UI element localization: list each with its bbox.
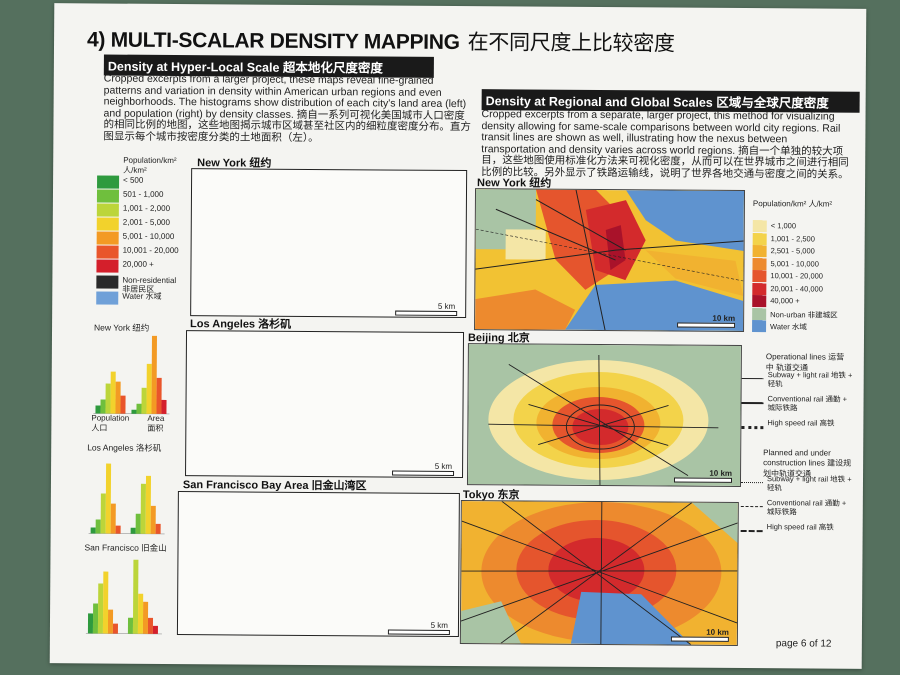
hyperlocal-legend: < 500 501 - 1,000 1,001 - 2,000 2,001 - 5,0…	[54, 3, 866, 305]
regional-legend-label: 2,501 - 5,000	[770, 246, 815, 256]
regional-legend-label: < 1,000	[770, 221, 797, 231]
rail-line-swatch	[741, 401, 764, 405]
regional-legend-label: 20,001 - 40,000	[770, 283, 823, 294]
legend-label: Water 水域	[122, 291, 162, 301]
scale-label: 10 km	[706, 627, 729, 637]
regional-legend-swatch	[752, 232, 767, 245]
regional-map-beijing: 10 km	[466, 343, 742, 487]
local-map-san-francisco: 5 km	[176, 491, 460, 638]
legend-label: 20,000 +	[122, 259, 154, 269]
scale-label: 5 km	[434, 461, 453, 471]
legend-swatch	[96, 291, 119, 305]
title-cn: 在不同尺度上比较密度	[467, 31, 675, 56]
histogram-population-label: Population 人口	[91, 413, 130, 433]
planned-lines-title: Planned and under construction lines 建设规…	[763, 448, 852, 479]
scale-label: 10 km	[712, 313, 736, 323]
rail-line-label: Conventional rail 通勤 + 城际铁路	[766, 498, 847, 517]
scale-label: 5 km	[430, 620, 449, 630]
legend-swatch	[96, 203, 119, 217]
scale-bar	[670, 636, 729, 642]
regional-legend-label: 40,000 +	[770, 296, 800, 306]
regional-legend: < 1,000 1,001 - 2,500 2,501 - 5,000 5,001 -…	[54, 3, 866, 333]
hyperlocal-text: Cropped excerpts from a larger project, …	[103, 72, 472, 144]
histogram-new-york	[93, 335, 170, 415]
regional-legend-label: 10,001 - 20,000	[770, 271, 824, 281]
title-en: 4) MULTI-SCALAR DENSITY MAPPING	[86, 28, 460, 55]
regional-legend-label: 1,001 - 2,500	[770, 233, 815, 243]
scale-label: 10 km	[709, 468, 733, 478]
regional-legend-label: Non-urban 非建城区	[770, 309, 838, 320]
legend-swatch	[96, 259, 119, 273]
legend-label: 10,001 - 20,000	[122, 245, 179, 256]
regional-legend-swatch	[752, 270, 767, 283]
legend-label: 5,001 - 10,000	[122, 231, 175, 242]
rail-line-swatch	[740, 481, 763, 484]
regional-legend-swatch	[752, 320, 767, 333]
scale-label: 5 km	[437, 301, 456, 311]
regional-map-new-york: 10 km	[474, 188, 746, 332]
regional-legend-label: Water 水域	[770, 322, 807, 332]
document-page: 4) MULTI-SCALAR DENSITY MAPPING 在不同尺度上比较密…	[49, 3, 867, 669]
legend-swatch	[96, 189, 120, 203]
legend-swatch	[97, 175, 120, 189]
local-map-los-angeles: 5 km	[185, 330, 465, 479]
scale-bar	[677, 322, 736, 328]
page-number: page 6 of 12	[775, 638, 832, 650]
regional-legend-title: Population/km² 人/km²	[752, 199, 833, 209]
regional-map-tokyo: 10 km	[459, 500, 739, 646]
legend-label: < 500	[123, 175, 144, 185]
rail-line-swatch	[740, 529, 763, 533]
legend-label: 501 - 1,000	[122, 189, 164, 199]
rail-line-label: Subway + light rail 地铁 + 轻轨	[767, 370, 853, 389]
legend-swatch	[96, 275, 119, 289]
rail-line-swatch	[741, 377, 764, 380]
legend-swatch	[96, 231, 119, 245]
scale-bar	[392, 470, 455, 476]
rail-line-swatch	[741, 425, 764, 430]
rail-lines-legend: Subway + light rail 地铁 + 轻轨 Conventional …	[54, 3, 866, 533]
legend-label: 2,001 - 5,000	[122, 217, 170, 227]
regional-legend-swatch	[752, 220, 767, 233]
scale-bar	[673, 477, 733, 483]
regional-legend-swatch	[752, 282, 767, 295]
hyperlocal-legend-title: Population/km² 人/km²	[123, 155, 177, 175]
legend-swatch	[96, 245, 119, 259]
histogram-title-new-york: New York 纽约	[94, 322, 150, 333]
scale-bar	[395, 310, 458, 316]
legend-label: 1,001 - 2,000	[122, 203, 171, 213]
rail-line-label: Conventional rail 通勤 + 城际铁路	[767, 394, 848, 413]
regional-legend-swatch	[752, 295, 767, 308]
histogram-los-angeles	[88, 463, 165, 535]
histogram-title-los-angeles: Los Angeles 洛杉矶	[87, 442, 162, 453]
histogram-san-francisco	[85, 559, 162, 635]
local-map-new-york: 5 km	[190, 168, 468, 319]
regional-legend-swatch	[752, 245, 767, 258]
rail-line-label: High speed rail 高铁	[766, 522, 834, 532]
scale-bar	[387, 629, 450, 635]
page-title: 4) MULTI-SCALAR DENSITY MAPPING 在不同尺度上比较密…	[87, 23, 675, 57]
regional-text: Cropped excerpts from a separate, larger…	[481, 108, 849, 181]
histogram-area-label: Area 面积	[147, 413, 165, 433]
legend-swatch	[96, 217, 119, 231]
rail-line-swatch	[740, 505, 763, 508]
rail-line-label: High speed rail 高铁	[767, 418, 835, 428]
regional-legend-swatch	[752, 307, 767, 320]
histogram-title-san-francisco: San Francisco 旧金山	[84, 542, 167, 553]
regional-legend-swatch	[752, 257, 767, 270]
regional-legend-label: 5,001 - 10,000	[770, 258, 819, 269]
